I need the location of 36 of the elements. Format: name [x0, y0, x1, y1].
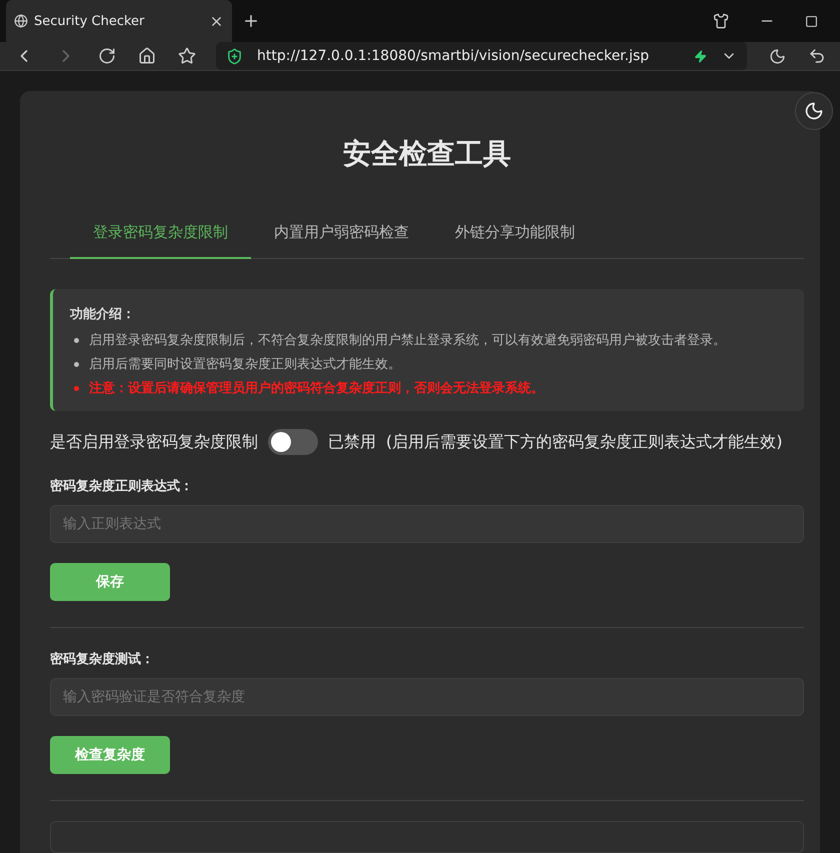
bullet-icon — [74, 338, 79, 342]
new-tab-icon[interactable] — [242, 12, 260, 30]
shirt-icon[interactable] — [713, 13, 729, 29]
intro-text: 启用后需要同时设置密码复杂度正则表达式才能生效。 — [89, 356, 401, 373]
bullet-icon — [74, 362, 79, 366]
lightning-icon[interactable] — [694, 50, 707, 62]
toggle-switch[interactable] — [268, 429, 318, 455]
intro-heading: 功能介绍： — [70, 306, 136, 323]
globe-icon — [14, 14, 28, 28]
undo-icon[interactable] — [808, 47, 826, 65]
theme-toggle-button[interactable] — [795, 92, 833, 130]
moon-icon[interactable] — [769, 48, 786, 64]
intro-text: 启用登录密码复杂度限制后，不符合复杂度限制的用户禁止登录系统，可以有效避免弱密码用户被攻击者登录。 — [89, 332, 726, 349]
address-bar[interactable]: http://127.0.0.1:18080/smartbi/vision/securechecker.jsp — [216, 42, 747, 70]
shield-icon — [226, 48, 243, 64]
tab-title: Security Checker — [34, 14, 146, 28]
url-text: http://127.0.0.1:18080/smartbi/vision/securechecker.jsp — [257, 48, 650, 64]
toggle-hint: (启用后需要设置下方的密码复杂度正则表达式才能生效) — [386, 432, 782, 452]
home-icon[interactable] — [138, 47, 156, 65]
browser-tab[interactable]: Security Checker — [6, 0, 232, 42]
tab[interactable]: 外链分享功能限制 — [432, 213, 598, 259]
intro-text: 注意：设置后请确保管理员用户的密码符合复杂度正则，否则会无法登录系统。 — [89, 380, 544, 397]
star-icon[interactable] — [178, 47, 196, 65]
moon-icon — [804, 101, 824, 121]
maximize-icon[interactable] — [805, 14, 818, 28]
toggle-label: 是否启用登录密码复杂度限制 — [50, 432, 258, 452]
bullet-icon — [74, 386, 79, 390]
field-label: 密码复杂度测试： — [50, 650, 155, 668]
input-field[interactable]: 输入正则表达式 — [50, 505, 804, 543]
toggle-status: 已禁用 — [328, 432, 376, 452]
input-field[interactable]: 输入密码验证是否符合复杂度 — [50, 678, 804, 716]
page-title: 安全检查工具 — [342, 136, 512, 172]
field-label: 密码复杂度正则表达式： — [50, 478, 194, 495]
tab[interactable]: 登录密码复杂度限制 — [70, 213, 251, 259]
tab[interactable]: 内置用户弱密码检查 — [251, 213, 432, 259]
reload-icon[interactable] — [98, 47, 116, 65]
